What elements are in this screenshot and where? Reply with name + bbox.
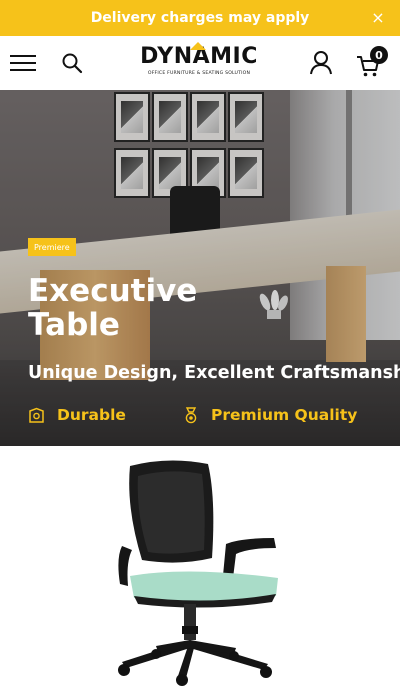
- feature-label: Premium Quality: [211, 406, 358, 424]
- hero-banner[interactable]: Premiere Executive Table Unique Design, …: [0, 90, 400, 446]
- site-header: DYNAMIC OFFICE FURNITURE & SEATING SOLUT…: [0, 36, 400, 90]
- feature-premium-quality: Premium Quality: [182, 404, 357, 426]
- logo-wordmark: DYNAMIC: [140, 42, 258, 69]
- hero-subtitle: Unique Design, Excellent Craftsmanship!: [28, 363, 400, 383]
- close-icon[interactable]: ×: [368, 8, 388, 28]
- premiere-badge: Premiere: [28, 238, 76, 256]
- announcement-text: Delivery charges may apply: [90, 10, 310, 26]
- office-chair-image[interactable]: [108, 458, 288, 688]
- user-icon[interactable]: [307, 48, 335, 78]
- search-icon[interactable]: [58, 49, 86, 77]
- hero-overlay: [0, 90, 400, 446]
- shield-badge-icon: [28, 407, 45, 424]
- logo-roof-mark: [190, 42, 207, 50]
- hero-title: Executive Table: [28, 273, 198, 343]
- cart-count-badge: 0: [370, 46, 388, 64]
- hamburger-menu-icon[interactable]: [8, 49, 38, 77]
- feature-durable: Durable: [28, 404, 126, 426]
- feature-label: Durable: [57, 406, 126, 424]
- brand-logo[interactable]: DYNAMIC OFFICE FURNITURE & SEATING SOLUT…: [138, 42, 260, 84]
- cart-button[interactable]: 0: [354, 46, 388, 80]
- announcement-bar: Delivery charges may apply ×: [0, 0, 400, 36]
- product-section: [0, 446, 400, 700]
- logo-tagline: OFFICE FURNITURE & SEATING SOLUTION: [147, 71, 251, 76]
- medal-icon: [182, 406, 199, 424]
